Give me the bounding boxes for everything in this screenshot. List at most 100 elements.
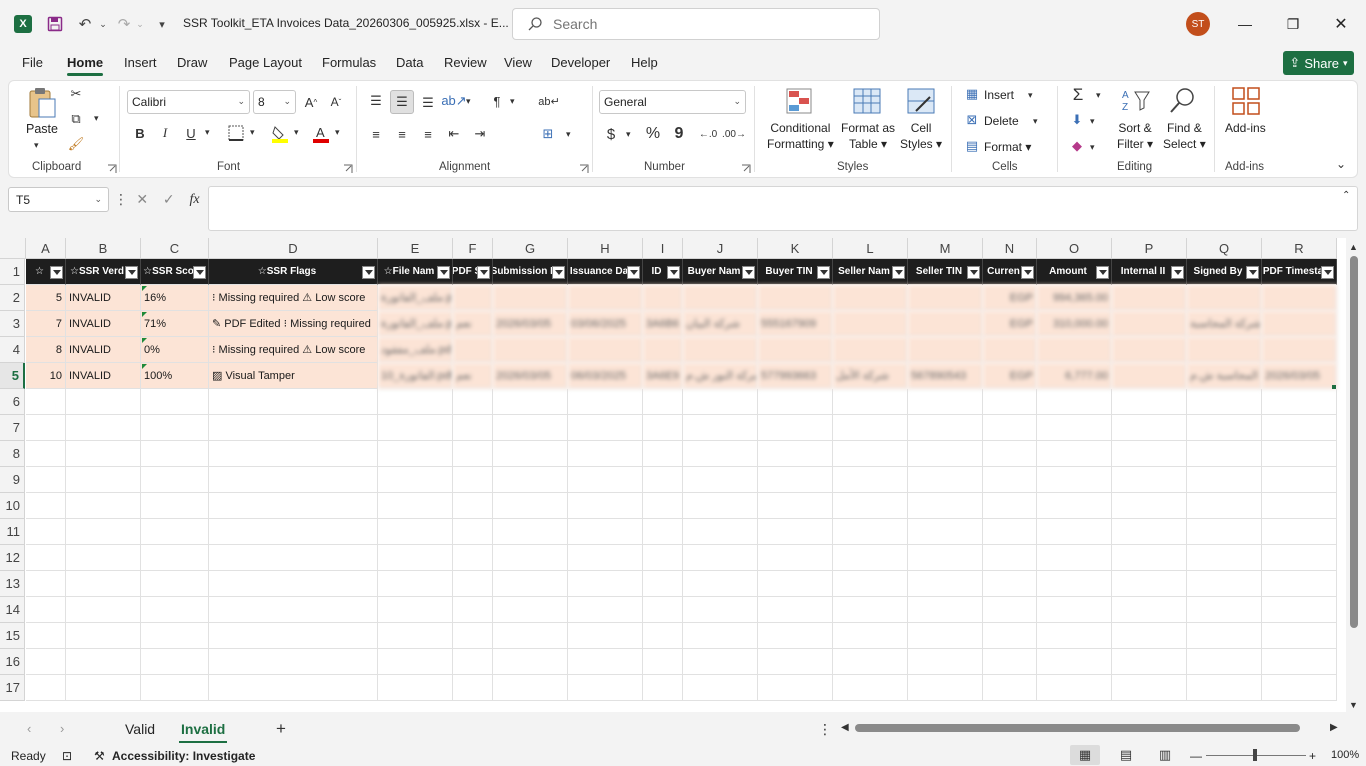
grid-cell[interactable] bbox=[453, 545, 493, 571]
decrease-font-size-icon[interactable]: Aˇ bbox=[326, 92, 346, 112]
row-header[interactable]: 15 bbox=[0, 623, 25, 649]
grid-cell[interactable] bbox=[1262, 597, 1337, 623]
grid-cell[interactable] bbox=[1262, 675, 1337, 701]
grid-cell[interactable] bbox=[378, 649, 453, 675]
grid-cell[interactable] bbox=[378, 493, 453, 519]
tab-help[interactable]: Help bbox=[631, 55, 658, 70]
grid-cell[interactable] bbox=[833, 545, 908, 571]
find-select-icon[interactable] bbox=[1168, 86, 1198, 116]
score-cell[interactable]: 100% bbox=[141, 363, 209, 389]
table-cell[interactable]: 3A6E9 bbox=[643, 363, 683, 389]
flags-cell[interactable]: ✎ PDF Edited ⁝ Missing required bbox=[209, 311, 378, 337]
grid-cell[interactable] bbox=[833, 623, 908, 649]
flags-cell[interactable]: ⁝ Missing required ⚠ Low score bbox=[209, 337, 378, 363]
currency-dropdown-icon[interactable]: ▾ bbox=[626, 129, 631, 140]
table-cell[interactable]: 2026/03/05 bbox=[1262, 363, 1337, 389]
grid-cell[interactable] bbox=[643, 623, 683, 649]
insert-dropdown-icon[interactable]: ▾ bbox=[1028, 90, 1033, 101]
minimize-button[interactable]: — bbox=[1222, 10, 1268, 38]
table-header-cell[interactable]: Submission D bbox=[493, 259, 568, 285]
column-header[interactable]: D bbox=[209, 238, 378, 259]
grid-cell[interactable] bbox=[683, 571, 758, 597]
delete-cells-button[interactable]: Delete bbox=[984, 113, 1019, 129]
grid-cell[interactable] bbox=[493, 441, 568, 467]
grid-cell[interactable] bbox=[26, 415, 66, 441]
cell-styles-icon[interactable] bbox=[906, 87, 936, 115]
grid-cell[interactable] bbox=[26, 675, 66, 701]
add-sheet-icon[interactable]: + bbox=[276, 719, 286, 739]
grid-cell[interactable] bbox=[643, 519, 683, 545]
align-top-icon[interactable]: ☰ bbox=[366, 91, 386, 111]
grid-cell[interactable] bbox=[66, 493, 141, 519]
grid-cell[interactable] bbox=[209, 441, 378, 467]
grid-cell[interactable] bbox=[568, 545, 643, 571]
tab-insert[interactable]: Insert bbox=[124, 55, 157, 70]
collapse-formula-bar-icon[interactable]: ⌃ bbox=[1342, 190, 1350, 201]
row-header[interactable]: 6 bbox=[0, 389, 25, 415]
clear-dropdown-icon[interactable]: ▾ bbox=[1090, 142, 1095, 153]
grid-cell[interactable] bbox=[983, 389, 1037, 415]
grid-cell[interactable] bbox=[66, 649, 141, 675]
grid-cell[interactable] bbox=[1037, 675, 1112, 701]
clear-icon[interactable]: ◆ bbox=[1068, 137, 1086, 155]
column-header[interactable]: M bbox=[908, 238, 983, 259]
grid-cell[interactable] bbox=[66, 441, 141, 467]
grid-cell[interactable] bbox=[66, 467, 141, 493]
text-direction-dropdown-icon[interactable]: ▾ bbox=[510, 96, 515, 107]
grid-cell[interactable] bbox=[1112, 545, 1187, 571]
grid-cell[interactable] bbox=[568, 649, 643, 675]
grid-cell[interactable] bbox=[209, 545, 378, 571]
grid-cell[interactable] bbox=[1112, 623, 1187, 649]
grid-cell[interactable] bbox=[643, 415, 683, 441]
table-header-cell[interactable]: Buyer Nam bbox=[683, 259, 758, 285]
grid-cell[interactable] bbox=[66, 675, 141, 701]
grid-cell[interactable] bbox=[683, 415, 758, 441]
table-cell[interactable] bbox=[568, 337, 643, 363]
grid-cell[interactable] bbox=[758, 519, 833, 545]
grid-cell[interactable] bbox=[1262, 415, 1337, 441]
grid-cell[interactable] bbox=[568, 441, 643, 467]
grid-cell[interactable] bbox=[1037, 545, 1112, 571]
grid-cell[interactable] bbox=[209, 623, 378, 649]
grid-cell[interactable] bbox=[983, 467, 1037, 493]
table-cell[interactable] bbox=[833, 285, 908, 311]
grid-cell[interactable] bbox=[141, 545, 209, 571]
grid-cell[interactable] bbox=[833, 571, 908, 597]
table-cell[interactable]: 2026/03/05 bbox=[493, 311, 568, 337]
row-header[interactable]: 2 bbox=[0, 285, 25, 311]
tab-data[interactable]: Data bbox=[396, 55, 423, 70]
filter-dropdown-icon[interactable] bbox=[1171, 266, 1184, 279]
grid-cell[interactable] bbox=[908, 675, 983, 701]
grid-cell[interactable] bbox=[453, 493, 493, 519]
column-header[interactable]: A bbox=[26, 238, 66, 259]
tab-review[interactable]: Review bbox=[444, 55, 487, 70]
grid-cell[interactable] bbox=[453, 519, 493, 545]
filter-dropdown-icon[interactable] bbox=[1021, 266, 1034, 279]
grid-cell[interactable] bbox=[1037, 519, 1112, 545]
fill-color-icon[interactable] bbox=[271, 124, 289, 144]
filter-dropdown-icon[interactable] bbox=[742, 266, 755, 279]
customize-qat-icon[interactable]: ▾ bbox=[151, 13, 173, 35]
column-header[interactable]: R bbox=[1262, 238, 1337, 259]
autosum-icon[interactable]: Σ bbox=[1068, 85, 1088, 105]
undo-icon[interactable]: ↶ bbox=[74, 13, 96, 35]
table-header-cell[interactable]: PDF S bbox=[453, 259, 493, 285]
grid-cell[interactable] bbox=[1112, 467, 1187, 493]
grid-cell[interactable] bbox=[643, 441, 683, 467]
sheet-tab-valid[interactable]: Valid bbox=[125, 721, 155, 737]
table-header-cell[interactable]: Seller TIN bbox=[908, 259, 983, 285]
grid-cell[interactable] bbox=[453, 389, 493, 415]
cut-icon[interactable]: ✂ bbox=[68, 86, 84, 102]
increase-font-size-icon[interactable]: A ^ bbox=[301, 92, 321, 112]
grid-cell[interactable] bbox=[833, 597, 908, 623]
fill-dropdown-icon[interactable]: ▾ bbox=[1090, 116, 1095, 127]
flags-cell[interactable]: ▨ Visual Tamper bbox=[209, 363, 378, 389]
formula-input[interactable] bbox=[208, 186, 1358, 231]
grid-cell[interactable] bbox=[1112, 571, 1187, 597]
align-center-icon[interactable]: ≡ bbox=[392, 124, 412, 144]
filter-dropdown-icon[interactable] bbox=[125, 266, 138, 279]
table-header-cell[interactable]: Signed By bbox=[1187, 259, 1262, 285]
table-cell[interactable] bbox=[683, 337, 758, 363]
grid-cell[interactable] bbox=[378, 597, 453, 623]
grid-cell[interactable] bbox=[983, 597, 1037, 623]
